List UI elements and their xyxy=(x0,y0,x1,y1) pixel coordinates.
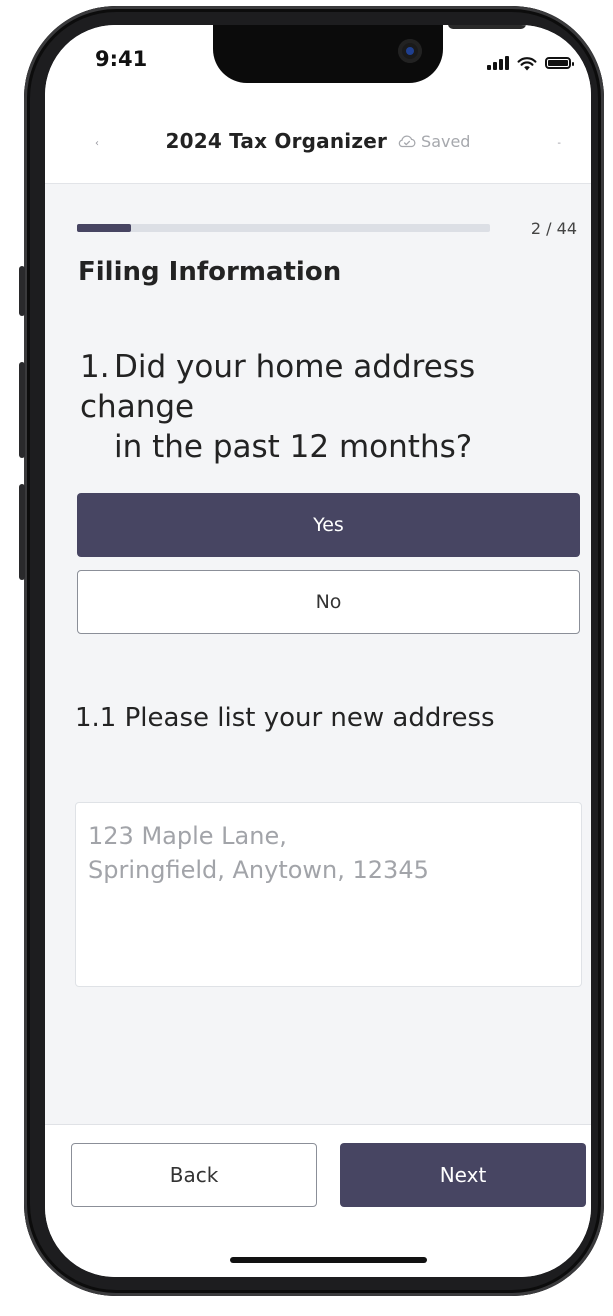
question-line-2: in the past 12 months? xyxy=(114,429,473,465)
address-textarea[interactable] xyxy=(75,802,582,987)
app-header: ‹ 2024 Tax Organizer Saved - xyxy=(45,100,591,184)
next-button[interactable]: Next xyxy=(340,1143,586,1207)
saved-label: Saved xyxy=(421,131,471,151)
cellular-signal-icon xyxy=(487,56,509,70)
question-number: 1. xyxy=(80,349,110,385)
page-title: 2024 Tax Organizer xyxy=(165,129,388,153)
silent-switch xyxy=(19,266,25,316)
no-option-button[interactable]: No xyxy=(77,570,580,634)
sub-question-label: 1.1 Please list your new address xyxy=(75,703,495,733)
question-text: 1. Did your home address change in the pa… xyxy=(80,347,560,467)
progress-count: 2 / 44 xyxy=(530,219,577,238)
back-button[interactable]: Back xyxy=(71,1143,317,1207)
volume-up-button xyxy=(19,362,25,458)
saved-status: Saved xyxy=(397,132,470,151)
status-icons xyxy=(487,55,574,71)
status-time: 9:41 xyxy=(95,47,148,71)
cloud-check-icon xyxy=(398,135,416,148)
section-title: Filing Information xyxy=(78,257,342,287)
footer-nav: Back Next xyxy=(45,1124,591,1277)
progress-bar xyxy=(77,224,490,232)
yes-option-button[interactable]: Yes xyxy=(77,493,580,557)
volume-down-button xyxy=(19,484,25,580)
progress-fill xyxy=(77,224,132,232)
battery-icon xyxy=(545,57,574,69)
status-bar: 9:41 xyxy=(45,25,591,100)
menu-icon[interactable]: - xyxy=(557,138,561,149)
speaker-grille xyxy=(448,25,526,29)
notch xyxy=(213,25,526,83)
wifi-icon xyxy=(517,56,537,70)
front-camera-icon xyxy=(398,39,422,63)
home-indicator xyxy=(230,1257,427,1263)
question-line-1: Did your home address change xyxy=(80,349,476,425)
phone-screen: 9:41 ‹ 2024 Tax Organizer Saved - 2 / 44 … xyxy=(45,25,591,1277)
